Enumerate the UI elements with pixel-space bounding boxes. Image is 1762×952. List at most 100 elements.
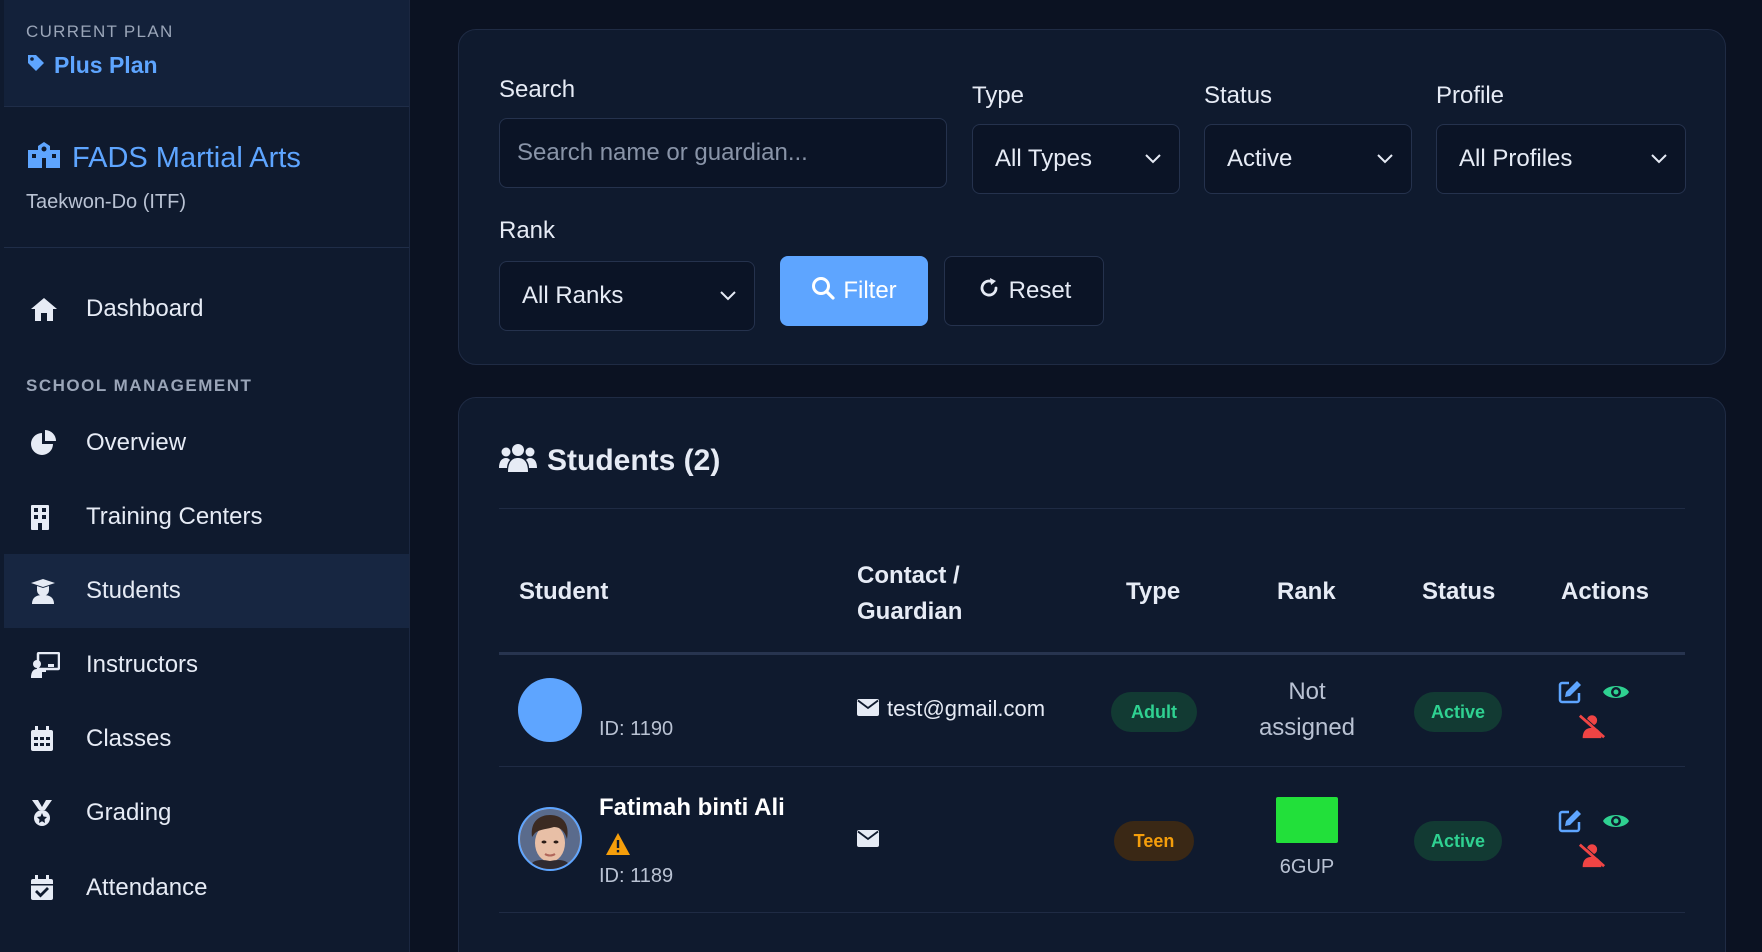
- students-panel: Students (2) Student Contact / Guardian …: [458, 397, 1726, 952]
- sidebar-item-attendance[interactable]: Attendance: [4, 851, 409, 925]
- contact-email[interactable]: test@gmail.com: [857, 696, 1045, 722]
- edit-icon[interactable]: [1556, 807, 1584, 835]
- pie-chart-icon: [30, 428, 66, 458]
- status-badge: Active: [1414, 692, 1502, 732]
- filter-button[interactable]: Filter: [780, 256, 928, 326]
- col-header-status[interactable]: Status: [1422, 574, 1495, 610]
- building-icon: [30, 502, 66, 532]
- sidebar-item-label: Dashboard: [86, 295, 204, 322]
- divider: [499, 508, 1685, 509]
- rank-text-line2: assigned: [1258, 714, 1356, 741]
- student-name[interactable]: Fatimah binti Ali: [599, 794, 785, 822]
- calendar-icon: [30, 724, 66, 754]
- status-badge: Active: [1414, 821, 1502, 861]
- rank-text-line1: Not: [1288, 678, 1326, 705]
- search-label: Search: [499, 76, 576, 103]
- filter-panel: Search Search name or guardian... Type A…: [458, 29, 1726, 365]
- medal-icon: [30, 798, 66, 828]
- type-select[interactable]: All Types: [972, 124, 1180, 194]
- plan-name-label: Plus Plan: [54, 52, 158, 78]
- envelope-icon: [857, 827, 879, 853]
- col-header-type[interactable]: Type: [1126, 574, 1180, 610]
- student-id: ID: 1189: [599, 865, 674, 887]
- status-label: Status: [1204, 82, 1273, 109]
- sidebar-item-label: Students: [86, 577, 181, 604]
- sidebar-item-label: Grading: [86, 799, 172, 826]
- school-name-label: FADS Martial Arts: [72, 141, 301, 174]
- tag-icon: [26, 52, 46, 79]
- reset-button[interactable]: Reset: [944, 256, 1104, 326]
- search-input[interactable]: Search name or guardian...: [499, 118, 947, 188]
- students-title: Students (2): [499, 442, 720, 480]
- chalkboard-teacher-icon: [30, 650, 66, 680]
- graduate-icon: [30, 576, 66, 606]
- sidebar-item-label: Classes: [86, 725, 172, 752]
- search-icon: [811, 276, 835, 307]
- school-icon: [26, 140, 62, 176]
- status-select[interactable]: Active: [1204, 124, 1412, 194]
- contact-email-text: test@gmail.com: [887, 696, 1046, 721]
- school-info: FADS Martial Arts Taekwon-Do (ITF): [4, 107, 409, 248]
- col-header-contact-line1: Contact /: [857, 562, 960, 589]
- current-plan-box: CURRENT PLAN Plus Plan: [4, 0, 409, 107]
- users-icon: [499, 442, 537, 480]
- sidebar-item-overview[interactable]: Overview: [4, 406, 409, 480]
- rank-label: Rank: [499, 217, 556, 244]
- envelope-icon: [857, 696, 879, 722]
- sidebar-item-label: Overview: [86, 429, 187, 456]
- col-header-contact[interactable]: Contact / Guardian: [857, 558, 962, 630]
- chevron-down-icon: [1375, 147, 1395, 175]
- type-label: Type: [972, 82, 1025, 109]
- sidebar-item-dashboard[interactable]: Dashboard: [4, 272, 409, 346]
- status-select-value: Active: [1227, 145, 1293, 172]
- avatar[interactable]: [518, 678, 582, 742]
- profile-select-value: All Profiles: [1459, 145, 1573, 172]
- sidebar: CURRENT PLAN Plus Plan FADS Martial Arts…: [0, 0, 410, 952]
- col-header-actions: Actions: [1561, 578, 1650, 605]
- rank-select[interactable]: All Ranks: [499, 261, 755, 331]
- col-header-contact-line2: Guardian: [857, 598, 963, 625]
- chevron-down-icon: [1143, 147, 1163, 175]
- type-badge: Adult: [1111, 692, 1197, 732]
- deactivate-user-icon[interactable]: [1578, 712, 1606, 740]
- contact-email[interactable]: [857, 827, 887, 853]
- sidebar-item-label: Attendance: [86, 874, 208, 901]
- rank-not-assigned: Not assigned: [1247, 674, 1367, 746]
- profile-label: Profile: [1436, 82, 1505, 109]
- col-header-rank[interactable]: Rank: [1277, 574, 1336, 610]
- student-id: ID: 1190: [599, 718, 674, 740]
- warning-icon: [605, 832, 631, 861]
- edit-icon[interactable]: [1556, 678, 1584, 706]
- sidebar-item-grading[interactable]: Grading: [4, 776, 409, 850]
- students-title-label: Students (2): [547, 444, 721, 477]
- filter-button-label: Filter: [843, 277, 897, 304]
- plan-name[interactable]: Plus Plan: [26, 52, 158, 79]
- sidebar-item-training-centers[interactable]: Training Centers: [4, 480, 409, 554]
- row-divider: [499, 766, 1685, 767]
- eye-icon[interactable]: [1602, 807, 1630, 835]
- plan-label: CURRENT PLAN: [26, 22, 174, 41]
- home-icon: [30, 294, 66, 324]
- col-header-student[interactable]: Student: [519, 574, 608, 610]
- school-style: Taekwon-Do (ITF): [26, 191, 187, 213]
- chevron-down-icon: [1649, 147, 1669, 175]
- sidebar-item-label: Instructors: [86, 651, 199, 678]
- avatar-photo-image: [520, 809, 580, 869]
- sidebar-item-instructors[interactable]: Instructors: [4, 628, 409, 702]
- rank-select-value: All Ranks: [522, 282, 624, 309]
- sidebar-item-students[interactable]: Students: [4, 554, 409, 628]
- reset-button-label: Reset: [1008, 277, 1072, 304]
- sidebar-item-label: Training Centers: [86, 503, 263, 530]
- chevron-down-icon: [718, 284, 738, 312]
- row-divider: [499, 912, 1685, 913]
- school-name[interactable]: FADS Martial Arts: [26, 140, 301, 176]
- sidebar-item-classes[interactable]: Classes: [4, 702, 409, 776]
- profile-select[interactable]: All Profiles: [1436, 124, 1686, 194]
- header-divider: [499, 652, 1685, 655]
- avatar[interactable]: [518, 807, 582, 871]
- rank-code: 6GUP: [1279, 856, 1335, 878]
- eye-icon[interactable]: [1602, 678, 1630, 706]
- type-badge: Teen: [1114, 821, 1194, 861]
- deactivate-user-icon[interactable]: [1578, 841, 1606, 869]
- rank-belt-swatch: [1276, 797, 1338, 843]
